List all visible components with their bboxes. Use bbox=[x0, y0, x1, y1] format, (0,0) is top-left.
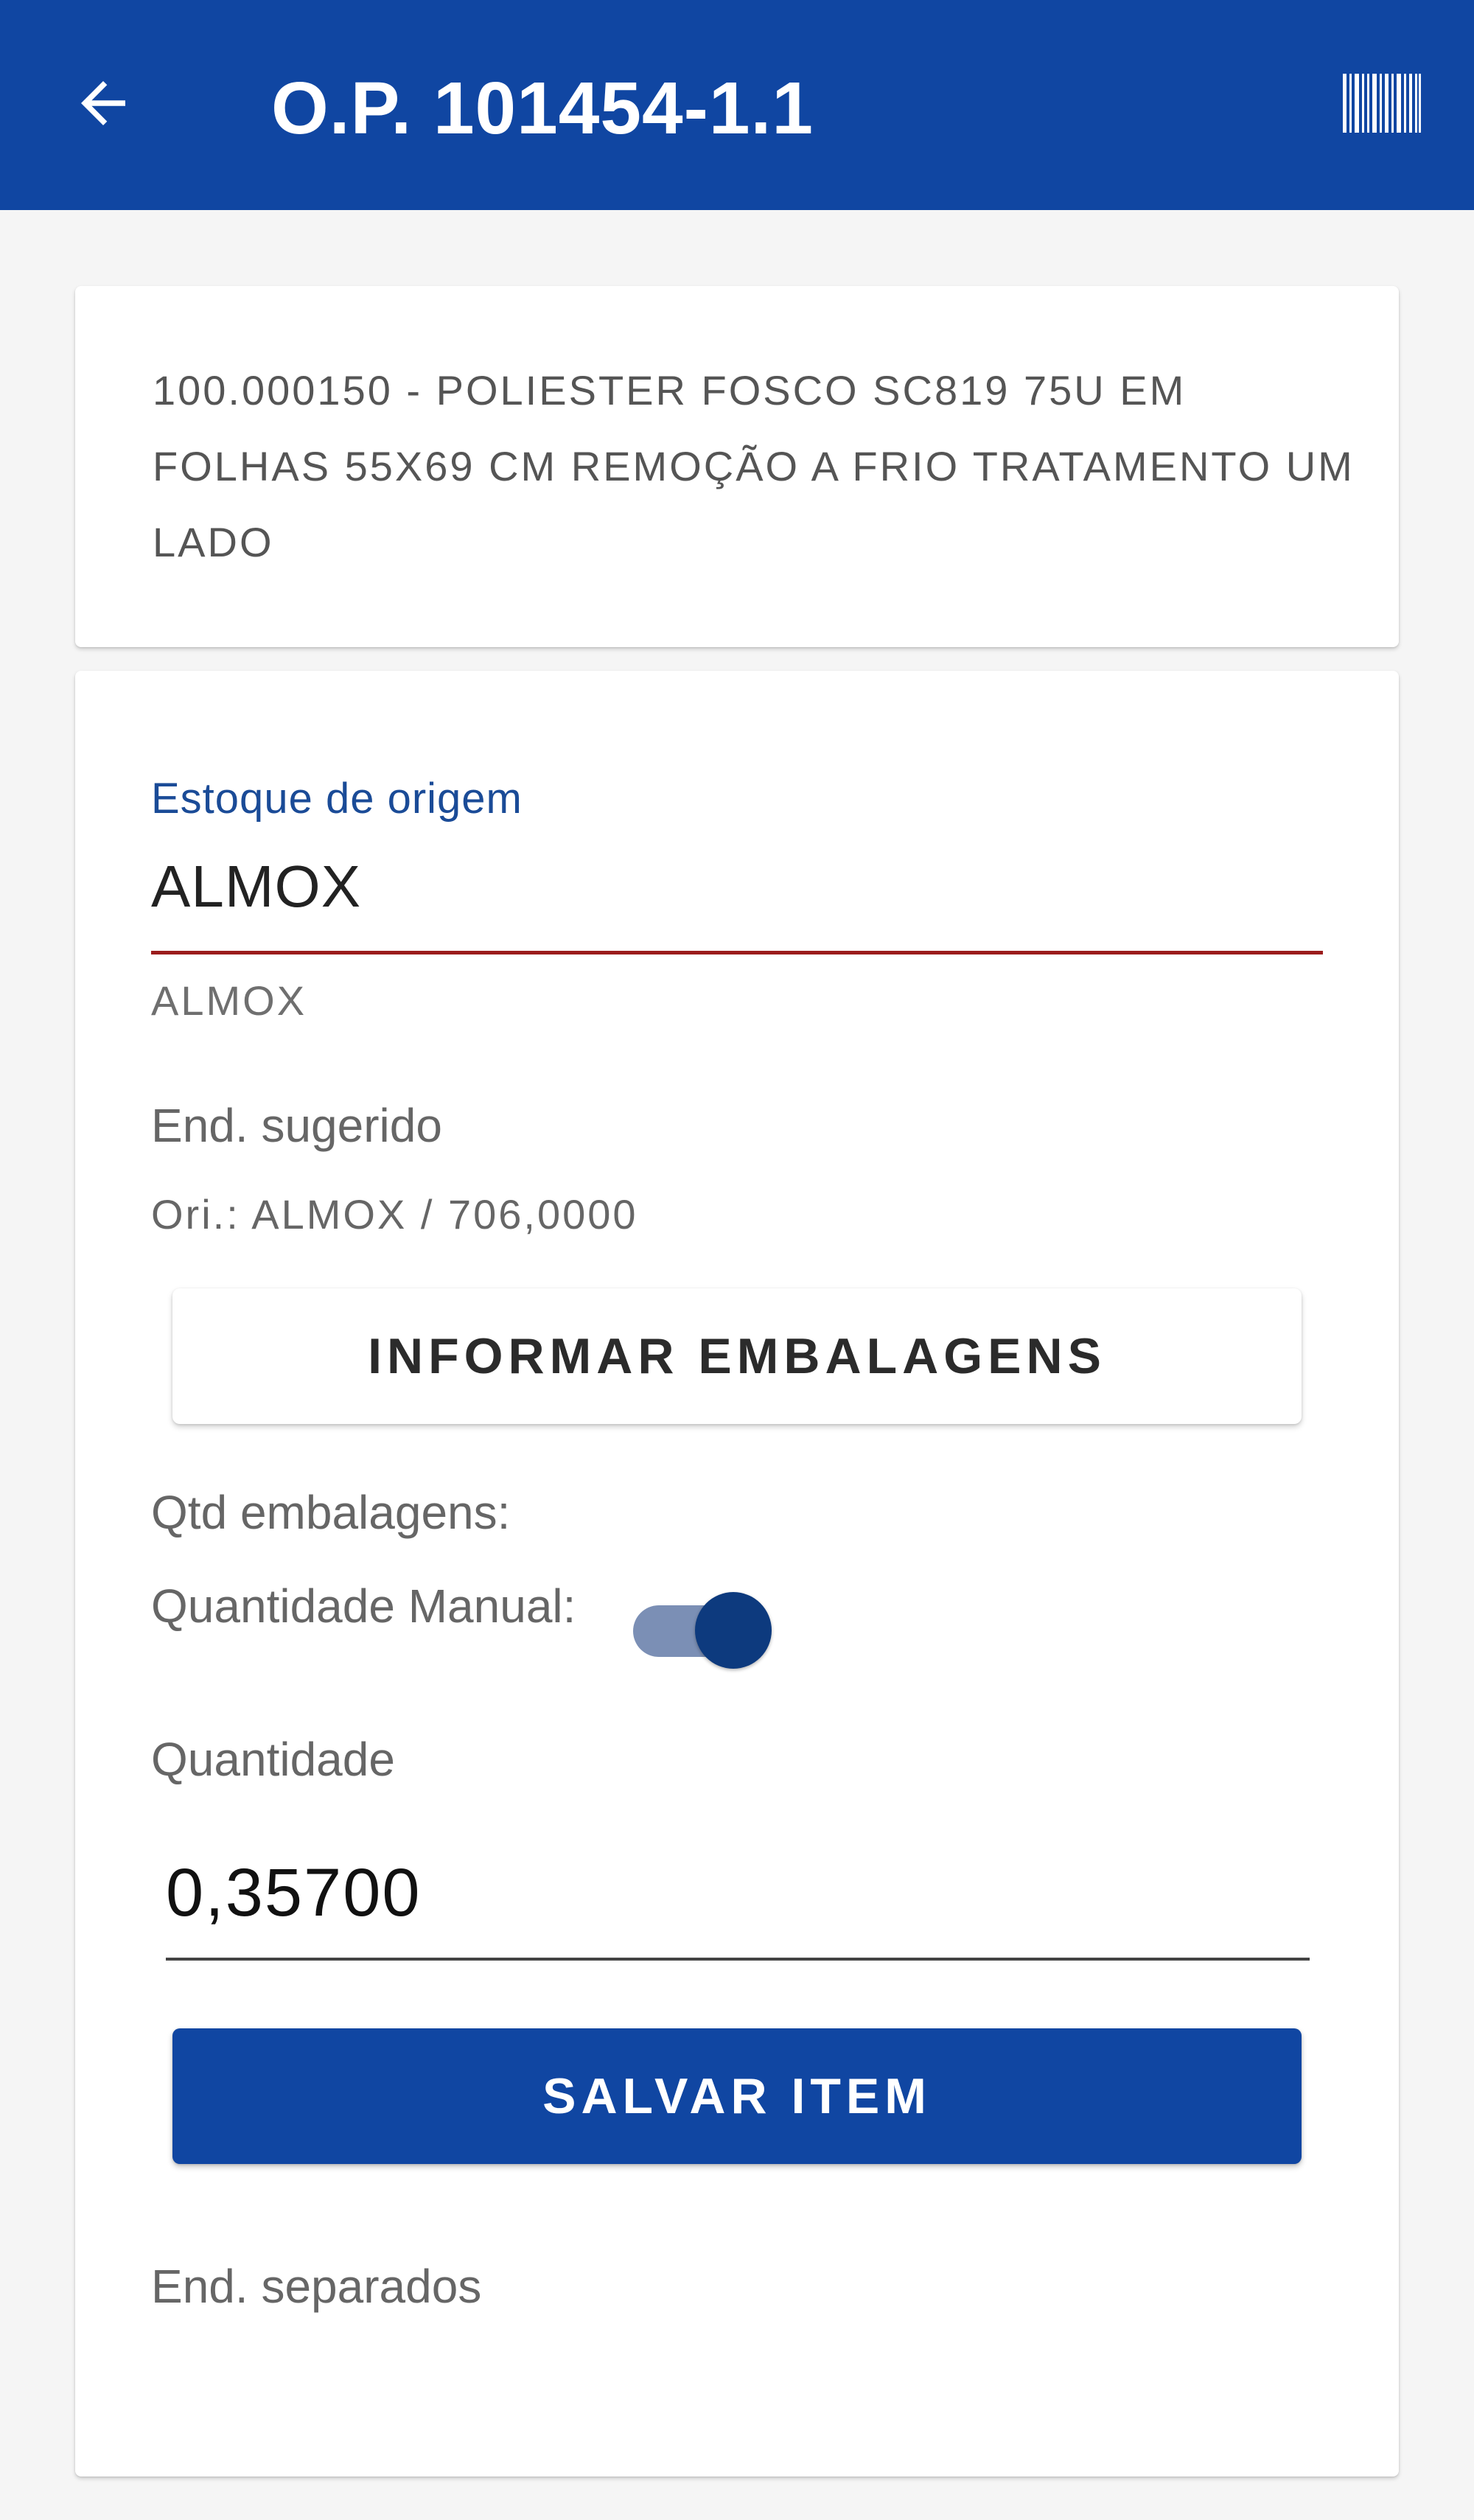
item-description-card: 100.000150 - POLIESTER FOSCO SC819 75U E… bbox=[75, 286, 1399, 647]
origin-stock-label: Estoque de origem bbox=[151, 775, 523, 823]
arrow-left-icon bbox=[81, 81, 125, 125]
save-item-button[interactable]: SALVAR ITEM bbox=[172, 2028, 1302, 2164]
origin-stock-helper: ALMOX bbox=[151, 977, 307, 1024]
manual-qty-toggle[interactable] bbox=[633, 1585, 773, 1669]
suggested-address-label: End. sugerido bbox=[151, 1099, 442, 1152]
separated-addresses-label: End. separados bbox=[151, 2260, 482, 2313]
barcode-scan-button[interactable] bbox=[1334, 63, 1430, 144]
page-title: O.P. 101454-1.1 bbox=[271, 67, 814, 150]
origin-stock-input[interactable] bbox=[151, 844, 1323, 954]
suggested-address-value: Ori.: ALMOX / 706,0000 bbox=[151, 1191, 638, 1238]
manual-qty-label: Quantidade Manual: bbox=[151, 1580, 576, 1633]
inform-packaging-button[interactable]: INFORMAR EMBALAGENS bbox=[172, 1288, 1302, 1424]
quantity-label: Quantidade bbox=[151, 1733, 395, 1786]
app-bar: O.P. 101454-1.1 bbox=[0, 0, 1474, 210]
toggle-thumb bbox=[695, 1592, 772, 1669]
quantity-input[interactable] bbox=[166, 1843, 1310, 1961]
packaging-qty-label: Qtd embalagens: bbox=[151, 1486, 511, 1539]
item-description: 100.000150 - POLIESTER FOSCO SC819 75U E… bbox=[153, 367, 1355, 565]
item-form-card: Estoque de origem ALMOX End. sugerido Or… bbox=[75, 671, 1399, 2477]
barcode-icon bbox=[1343, 74, 1421, 133]
back-button[interactable] bbox=[59, 59, 147, 147]
